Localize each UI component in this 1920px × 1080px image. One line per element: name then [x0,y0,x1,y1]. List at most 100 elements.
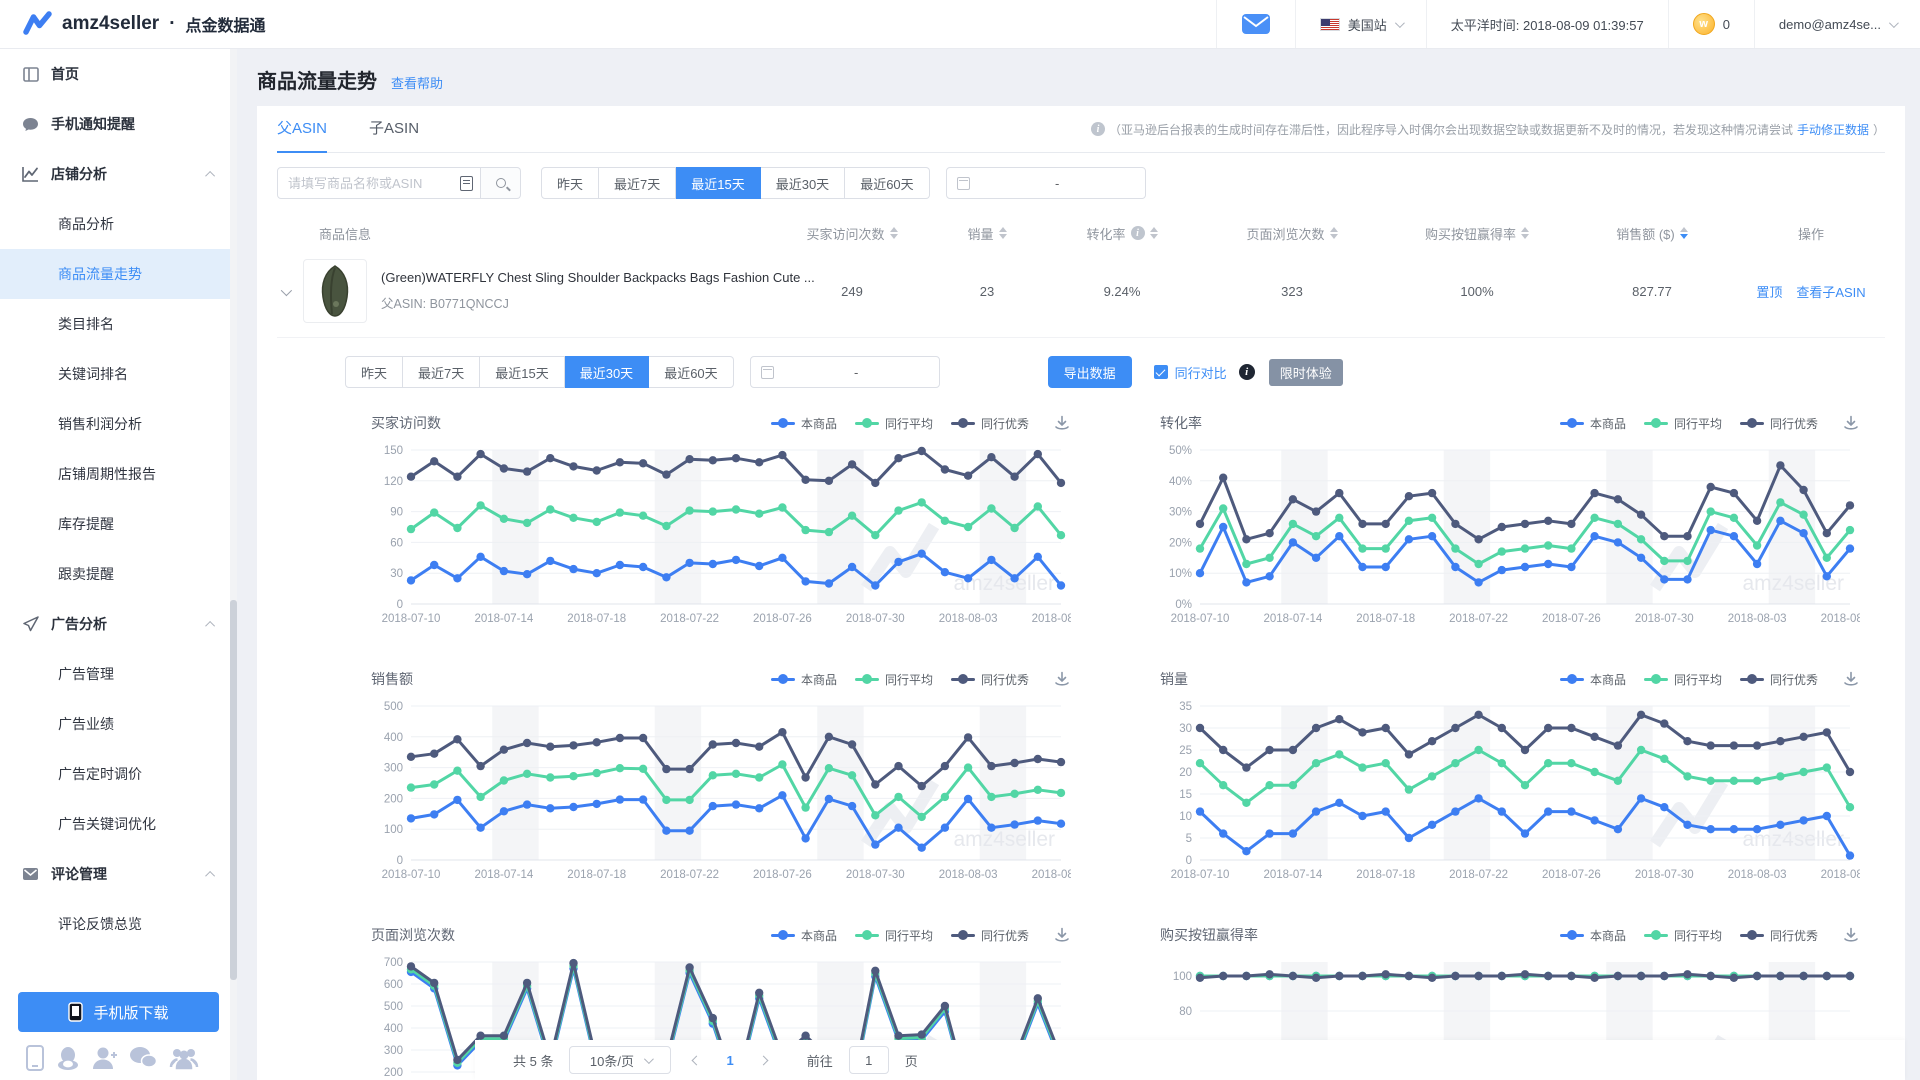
wechat-icon[interactable] [129,1046,157,1070]
site-selector[interactable]: 美国站 [1295,0,1426,48]
sidebar-scrollbar[interactable] [230,49,237,1080]
download-icon[interactable] [1053,926,1071,944]
svg-text:2018-07-26: 2018-07-26 [1542,869,1601,881]
mail-button[interactable] [1216,0,1295,48]
sidebar-item-home[interactable]: 首页 [0,49,237,99]
home-icon [22,66,39,83]
range-15d-button[interactable]: 最近15天 [676,167,760,199]
phone-icon[interactable] [26,1045,44,1071]
detail-range-15d-button[interactable]: 最近15天 [480,356,564,388]
search-button[interactable] [481,167,521,199]
info-icon[interactable]: i [1131,226,1145,240]
legend-item[interactable]: 同行平均 [855,927,933,944]
info-icon-dark[interactable]: i [1239,364,1255,380]
sidebar-item-category-rank[interactable]: 类目排名 [0,299,237,349]
custom-date-picker[interactable]: - [946,167,1146,199]
legend-item[interactable]: 同行优秀 [1740,927,1818,944]
account-menu[interactable]: demo@amz4se... [1754,0,1920,48]
help-link[interactable]: 查看帮助 [391,73,443,92]
goto-page-input[interactable] [849,1046,889,1074]
sidebar-item-ad-performance[interactable]: 广告业绩 [0,699,237,749]
detail-range-yesterday-button[interactable]: 昨天 [345,356,403,388]
legend-item[interactable]: 本商品 [1560,671,1626,688]
legend-item[interactable]: 同行平均 [1644,671,1722,688]
document-icon[interactable] [460,176,473,191]
group-icon[interactable] [169,1046,199,1070]
legend-label: 本商品 [801,671,837,688]
legend-item[interactable]: 同行平均 [855,415,933,432]
sort-sales-icon[interactable] [999,227,1007,239]
manual-fix-link[interactable]: 手动修正数据 [1797,121,1869,138]
detail-range-30d-button[interactable]: 最近30天 [565,356,649,388]
sidebar-item-review-overview[interactable]: 评论反馈总览 [0,899,237,949]
range-30d-button[interactable]: 最近30天 [761,167,845,199]
legend-item[interactable]: 同行优秀 [1740,415,1818,432]
next-page-button[interactable] [754,1057,773,1064]
mobile-app-download-button[interactable]: 手机版下载 [18,992,219,1032]
svg-text:2018-07-18: 2018-07-18 [567,613,626,625]
product-title[interactable]: (Green)WATERFLY Chest Sling Shoulder Bac… [381,270,815,285]
sidebar-section-review-manage[interactable]: 评论管理 [0,849,237,899]
sidebar-section-shop-analysis[interactable]: 店铺分析 [0,149,237,199]
pin-top-link[interactable]: 置顶 [1756,282,1782,301]
person-icon[interactable] [92,1045,118,1071]
legend-item[interactable]: 同行优秀 [951,415,1029,432]
detail-range-60d-button[interactable]: 最近60天 [649,356,733,388]
sidebar-item-product-analysis[interactable]: 商品分析 [0,199,237,249]
legend-item[interactable]: 同行优秀 [1740,671,1818,688]
sidebar-item-hijack-alert[interactable]: 跟卖提醒 [0,549,237,599]
sort-pageviews-icon[interactable] [1330,227,1338,239]
range-7d-button[interactable]: 最近7天 [599,167,676,199]
download-icon[interactable] [1053,414,1071,432]
tab-parent-asin[interactable]: 父ASIN [277,106,327,153]
row-expand-button[interactable] [281,284,289,299]
legend-item[interactable]: 同行平均 [855,671,933,688]
download-icon[interactable] [1842,670,1860,688]
sidebar-item-product-traffic-trend[interactable]: 商品流量走势 [0,249,237,299]
coin-balance[interactable]: w 0 [1668,0,1754,48]
legend-item[interactable]: 本商品 [771,415,837,432]
range-60d-button[interactable]: 最近60天 [845,167,929,199]
legend-item[interactable]: 本商品 [1560,415,1626,432]
prev-page-button[interactable] [687,1057,706,1064]
sort-conversion-icon[interactable] [1150,227,1158,239]
export-data-button[interactable]: 导出数据 [1048,356,1132,388]
page-size-select[interactable]: 10条/页 [569,1046,671,1074]
sidebar-item-ad-manage[interactable]: 广告管理 [0,649,237,699]
legend-item[interactable]: 本商品 [771,927,837,944]
legend-item[interactable]: 本商品 [1560,927,1626,944]
plane-icon [22,616,39,633]
range-yesterday-button[interactable]: 昨天 [541,167,599,199]
sort-buybox-icon[interactable] [1521,227,1529,239]
view-child-asin-link[interactable]: 查看子ASIN [1796,282,1865,301]
sidebar-item-periodic-report[interactable]: 店铺周期性报告 [0,449,237,499]
sidebar-item-ad-keyword-optimize[interactable]: 广告关键词优化 [0,799,237,849]
download-icon[interactable] [1842,414,1860,432]
sidebar-item-inventory-alert[interactable]: 库存提醒 [0,499,237,549]
sidebar-item-profit-analysis[interactable]: 销售利润分析 [0,399,237,449]
app-logo[interactable]: amz4seller · 点金数据通 [0,11,266,37]
sort-visits-icon[interactable] [890,227,898,239]
legend-item[interactable]: 同行平均 [1644,415,1722,432]
limited-trial-button[interactable]: 限时体验 [1269,359,1343,386]
peer-compare-checkbox[interactable]: 同行对比 [1154,363,1227,382]
legend-item[interactable]: 本商品 [771,671,837,688]
download-icon[interactable] [1842,926,1860,944]
sidebar-section-ad-analysis[interactable]: 广告分析 [0,599,237,649]
sidebar-item-keyword-rank[interactable]: 关键词排名 [0,349,237,399]
sidebar-item-phone-notify[interactable]: 手机通知提醒 [0,99,237,149]
sidebar-item-ad-schedule-price[interactable]: 广告定时调价 [0,749,237,799]
detail-range-7d-button[interactable]: 最近7天 [403,356,480,388]
legend-item[interactable]: 同行平均 [1644,927,1722,944]
legend-item[interactable]: 同行优秀 [951,671,1029,688]
scrollbar-thumb[interactable] [230,600,237,980]
chevron-up-icon [205,870,215,880]
tab-child-asin[interactable]: 子ASIN [369,106,419,153]
sort-revenue-icon[interactable] [1680,227,1688,239]
detail-custom-date-picker[interactable]: - [750,356,940,388]
qq-icon[interactable] [56,1045,80,1071]
search-input[interactable] [277,167,481,199]
download-icon[interactable] [1053,670,1071,688]
product-image[interactable] [303,259,367,323]
legend-item[interactable]: 同行优秀 [951,927,1029,944]
